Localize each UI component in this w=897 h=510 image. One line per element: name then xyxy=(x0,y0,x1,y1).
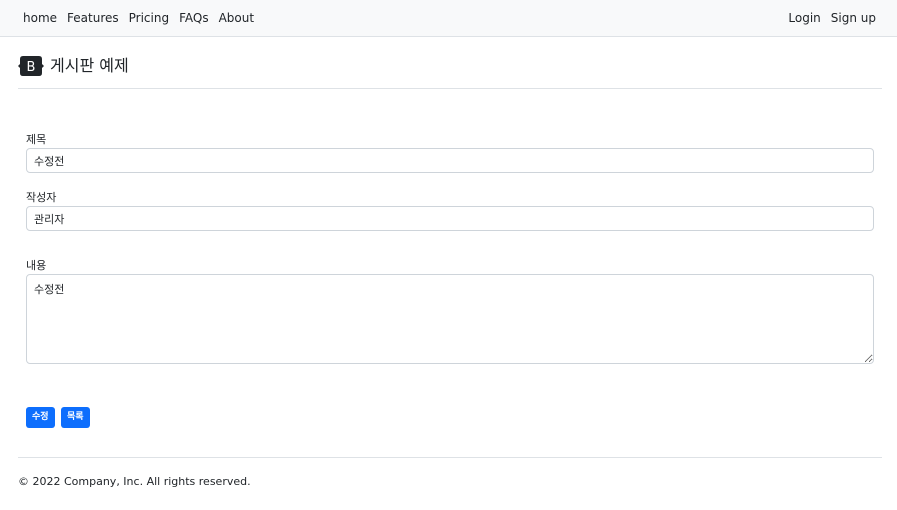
auth-links: Login Sign up xyxy=(783,0,881,36)
page-title: 게시판 예제 xyxy=(50,56,129,75)
header-divider xyxy=(18,88,882,89)
top-navbar: home Features Pricing FAQs About Login S… xyxy=(0,0,897,37)
author-label: 작성자 xyxy=(26,191,57,204)
bootstrap-logo-icon: B xyxy=(18,56,44,76)
footer-copyright: © 2022 Company, Inc. All rights reserved… xyxy=(18,475,251,488)
footer-divider xyxy=(18,457,882,458)
content-label: 내용 xyxy=(26,259,47,272)
title-label: 제목 xyxy=(26,133,47,146)
edit-button[interactable]: 수정 xyxy=(26,407,55,428)
list-button[interactable]: 목록 xyxy=(61,407,90,428)
title-input[interactable] xyxy=(26,148,874,173)
login-link[interactable]: Login xyxy=(783,0,825,36)
nav-link-home[interactable]: home xyxy=(18,0,62,36)
nav-link-features[interactable]: Features xyxy=(62,0,124,36)
author-input[interactable] xyxy=(26,206,874,231)
nav-links: home Features Pricing FAQs About xyxy=(18,0,259,36)
brand-header[interactable]: B 게시판 예제 xyxy=(18,54,129,78)
bootstrap-logo-letter: B xyxy=(27,60,36,75)
content-textarea[interactable]: 수정전 xyxy=(26,274,874,364)
nav-link-faqs[interactable]: FAQs xyxy=(174,0,214,36)
nav-link-pricing[interactable]: Pricing xyxy=(124,0,174,36)
signup-link[interactable]: Sign up xyxy=(826,0,881,36)
nav-link-about[interactable]: About xyxy=(214,0,259,36)
